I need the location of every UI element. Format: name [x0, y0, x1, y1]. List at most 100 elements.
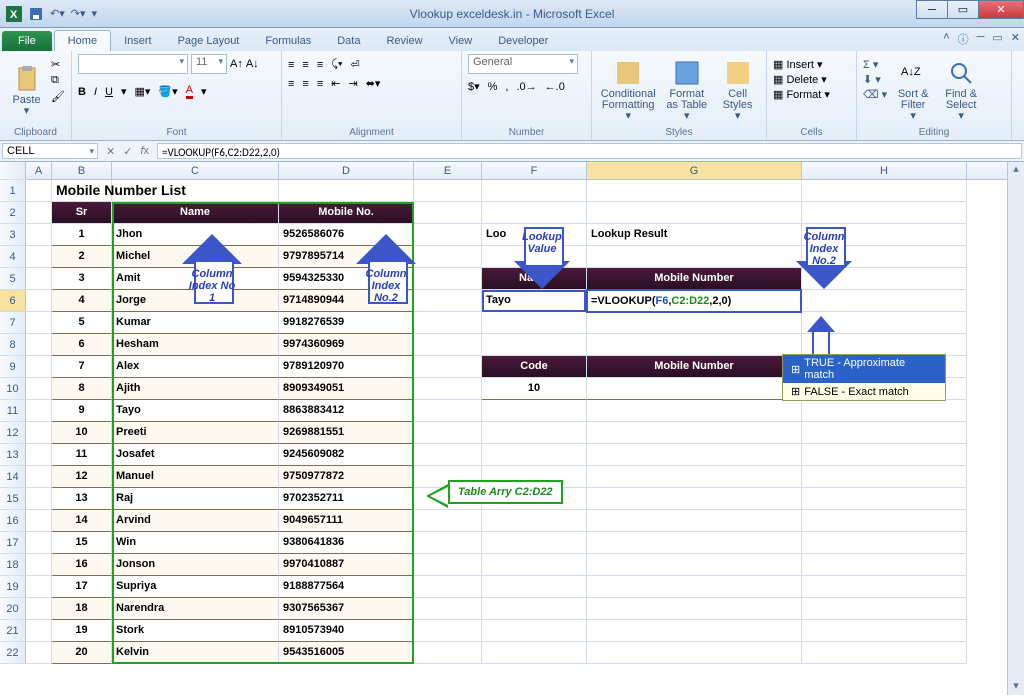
cell-D14[interactable]: 9750977872	[279, 466, 414, 488]
underline-button[interactable]: U	[105, 86, 113, 98]
cell-F12[interactable]	[482, 422, 587, 444]
increase-font-icon[interactable]: A↑	[230, 58, 243, 70]
cell-C22[interactable]: Kelvin	[112, 642, 279, 664]
cell-H22[interactable]	[802, 642, 967, 664]
close-button[interactable]: ✕	[978, 0, 1024, 19]
cell-A12[interactable]	[26, 422, 52, 444]
cell-H21[interactable]	[802, 620, 967, 642]
cell-G15[interactable]	[587, 488, 802, 510]
align-middle-icon[interactable]: ≡	[302, 59, 308, 71]
cell-G13[interactable]	[587, 444, 802, 466]
cell-H1[interactable]	[802, 180, 967, 202]
cell-E1[interactable]	[414, 180, 482, 202]
row-header-17[interactable]: 17	[0, 532, 26, 554]
align-right-icon[interactable]: ≡	[317, 78, 323, 90]
cell-B7[interactable]: 5	[52, 312, 112, 334]
row-header-15[interactable]: 15	[0, 488, 26, 510]
help-icon[interactable]: ⓘ	[958, 31, 969, 47]
cell-H11[interactable]	[802, 400, 967, 422]
cell-C17[interactable]: Win	[112, 532, 279, 554]
cell-A14[interactable]	[26, 466, 52, 488]
align-center-icon[interactable]: ≡	[302, 78, 308, 90]
decrease-font-icon[interactable]: A↓	[246, 58, 259, 70]
cell-G4[interactable]	[587, 246, 802, 268]
cell-C16[interactable]: Arvind	[112, 510, 279, 532]
cell-A8[interactable]	[26, 334, 52, 356]
cell-A11[interactable]	[26, 400, 52, 422]
align-bottom-icon[interactable]: ≡	[317, 59, 323, 71]
cell-E2[interactable]	[414, 202, 482, 224]
font-name-select[interactable]	[78, 54, 188, 74]
cell-A7[interactable]	[26, 312, 52, 334]
qat-dropdown-icon[interactable]: ▾	[92, 7, 98, 20]
comma-icon[interactable]: ,	[505, 81, 508, 93]
select-all-corner[interactable]	[0, 162, 26, 180]
cell-G10[interactable]	[587, 378, 802, 400]
row-header-7[interactable]: 7	[0, 312, 26, 334]
cell-A9[interactable]	[26, 356, 52, 378]
cell-F18[interactable]	[482, 554, 587, 576]
cell-B16[interactable]: 14	[52, 510, 112, 532]
autosum-icon[interactable]: Σ ▾	[863, 58, 887, 71]
font-size-select[interactable]: 11	[191, 54, 227, 74]
cell-C7[interactable]: Kumar	[112, 312, 279, 334]
cell-G6[interactable]: =VLOOKUP(F6,C2:D22,2,0)	[587, 290, 802, 312]
cell-A13[interactable]	[26, 444, 52, 466]
cell-B18[interactable]: 16	[52, 554, 112, 576]
cell-H20[interactable]	[802, 598, 967, 620]
cell-B12[interactable]: 10	[52, 422, 112, 444]
cell-H12[interactable]	[802, 422, 967, 444]
row-header-4[interactable]: 4	[0, 246, 26, 268]
save-icon[interactable]	[28, 6, 44, 22]
conditional-formatting-button[interactable]: Conditional Formatting▾	[598, 54, 658, 127]
tab-formulas[interactable]: Formulas	[252, 31, 324, 51]
cell-C20[interactable]: Narendra	[112, 598, 279, 620]
minimize-ribbon-icon[interactable]: ˄	[943, 31, 949, 47]
cell-F17[interactable]	[482, 532, 587, 554]
cell-A18[interactable]	[26, 554, 52, 576]
cell-D21[interactable]: 8910573940	[279, 620, 414, 642]
cell-E8[interactable]	[414, 334, 482, 356]
cell-D10[interactable]: 8909349051	[279, 378, 414, 400]
undo-icon[interactable]: ↶▾	[50, 7, 65, 20]
cell-C18[interactable]: Jonson	[112, 554, 279, 576]
cell-E6[interactable]	[414, 290, 482, 312]
cell-B2[interactable]: Sr	[52, 202, 112, 224]
cell-F7[interactable]	[482, 312, 587, 334]
cancel-formula-icon[interactable]: ✕	[106, 145, 115, 158]
tab-data[interactable]: Data	[324, 31, 373, 51]
cell-D9[interactable]: 9789120970	[279, 356, 414, 378]
cell-H6[interactable]	[802, 290, 967, 312]
tab-home[interactable]: Home	[54, 30, 111, 51]
cell-E9[interactable]	[414, 356, 482, 378]
cell-E7[interactable]	[414, 312, 482, 334]
tab-view[interactable]: View	[436, 31, 486, 51]
cell-D17[interactable]: 9380641836	[279, 532, 414, 554]
fill-color-icon[interactable]: 🪣▾	[158, 85, 177, 98]
cell-A21[interactable]	[26, 620, 52, 642]
cell-E5[interactable]	[414, 268, 482, 290]
cell-H19[interactable]	[802, 576, 967, 598]
row-header-18[interactable]: 18	[0, 554, 26, 576]
tab-review[interactable]: Review	[373, 31, 435, 51]
cell-styles-button[interactable]: Cell Styles▾	[715, 54, 760, 127]
cell-E18[interactable]	[414, 554, 482, 576]
cell-E16[interactable]	[414, 510, 482, 532]
cell-B6[interactable]: 4	[52, 290, 112, 312]
cell-G17[interactable]	[587, 532, 802, 554]
cell-A5[interactable]	[26, 268, 52, 290]
cell-B15[interactable]: 13	[52, 488, 112, 510]
cell-C1[interactable]	[112, 180, 279, 202]
vertical-scrollbar[interactable]: ▴ ▾	[1007, 162, 1024, 695]
redo-icon[interactable]: ↷▾	[71, 7, 86, 20]
cell-D2[interactable]: Mobile No.	[279, 202, 414, 224]
cell-B20[interactable]: 18	[52, 598, 112, 620]
tab-developer[interactable]: Developer	[485, 31, 561, 51]
column-header-G[interactable]: G	[587, 162, 802, 179]
increase-indent-icon[interactable]: ⇥	[348, 77, 357, 90]
formula-input[interactable]: =VLOOKUP(F6,C2:D22,2,0)	[157, 143, 1022, 159]
cell-F2[interactable]	[482, 202, 587, 224]
sort-filter-button[interactable]: A↓ZSort & Filter▾	[891, 54, 935, 127]
column-header-H[interactable]: H	[802, 162, 967, 179]
maximize-button[interactable]: ▭	[947, 0, 979, 19]
